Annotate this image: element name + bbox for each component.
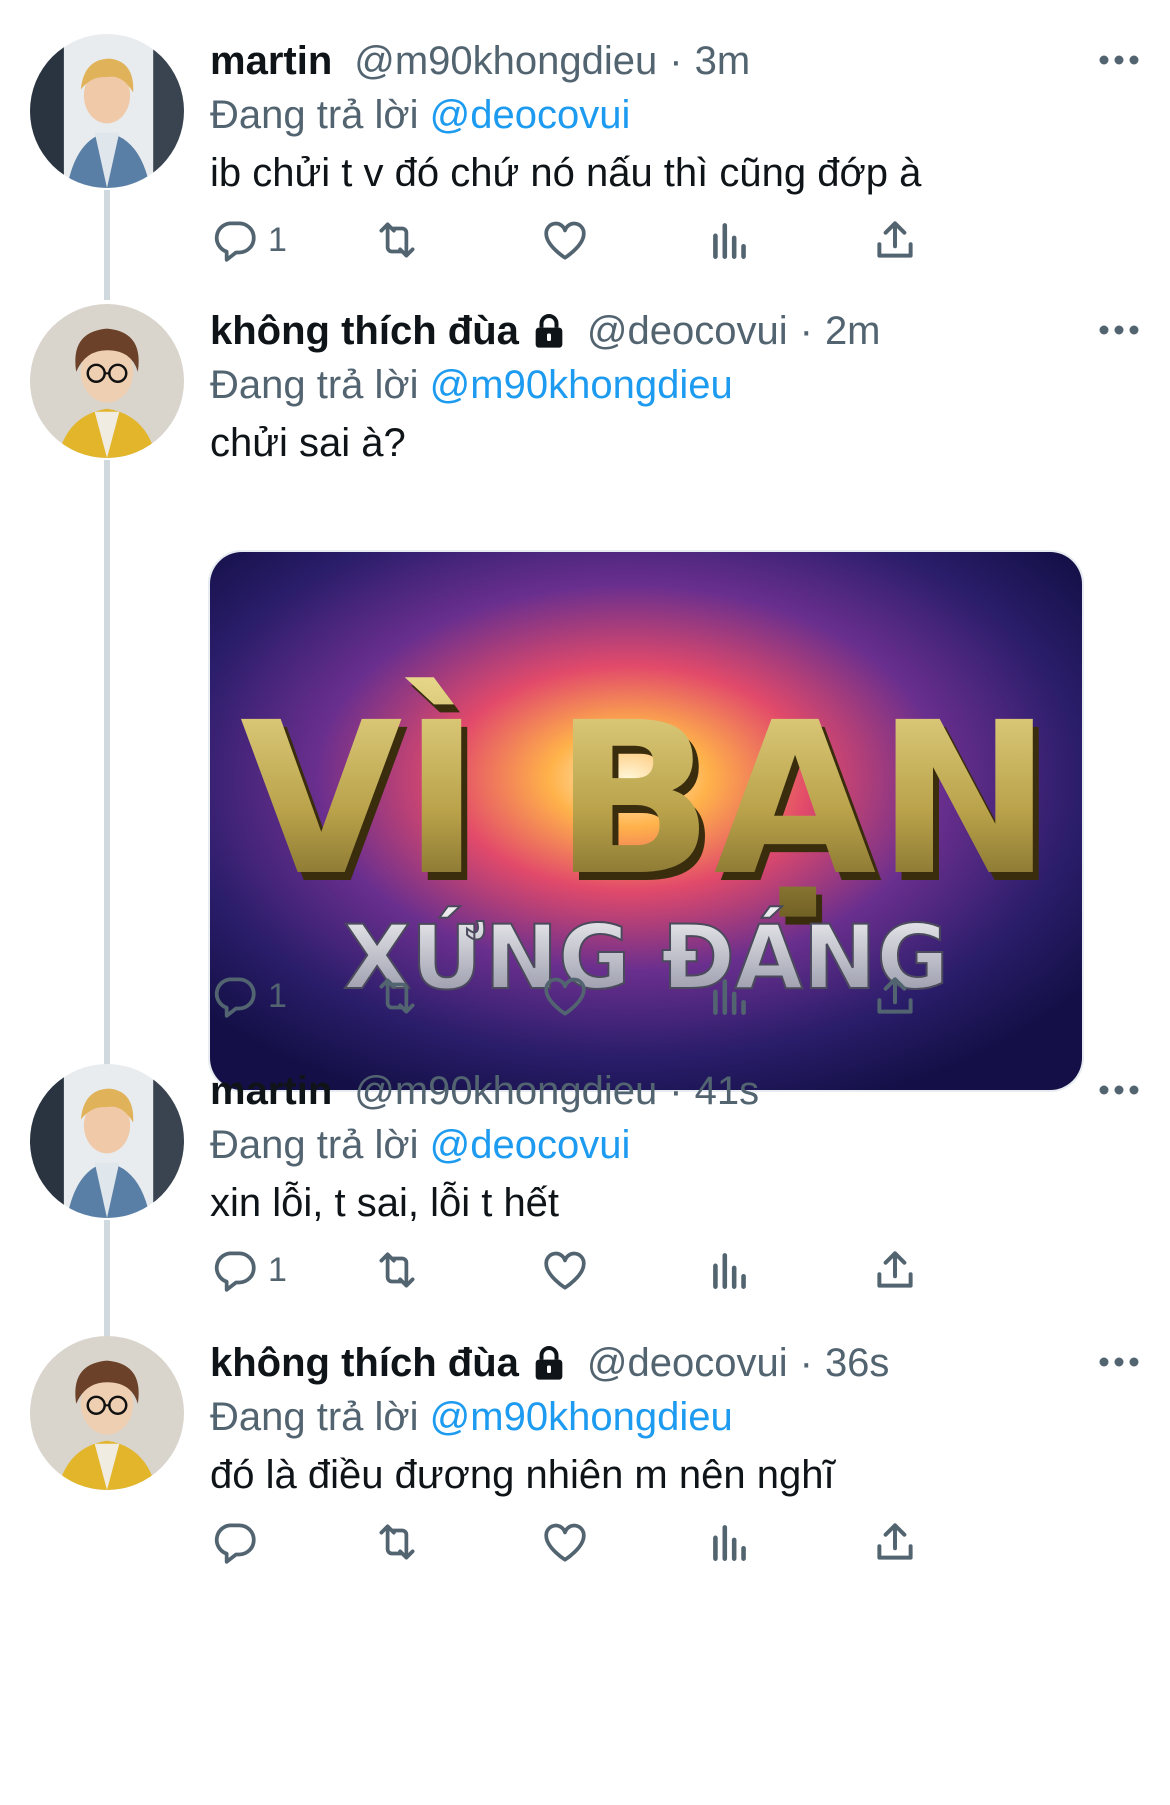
separator-dot: · [669,39,683,83]
share-icon [870,215,920,265]
tweet-actions: 1 [210,210,1010,270]
share-icon [870,971,920,1021]
retweet-button[interactable] [372,966,422,1026]
avatar[interactable] [30,1336,184,1490]
avatar[interactable] [30,304,184,458]
user-handle[interactable]: @m90khongdieu [354,1064,657,1118]
timestamp[interactable]: 36s [825,1336,890,1390]
tweet-text: ib chửi t v đó chứ nó nấu thì cũng đớp à [210,151,922,195]
bar-chart-icon [705,1245,755,1295]
heart-icon [540,1517,590,1567]
like-button[interactable] [540,210,590,270]
retweet-button[interactable] [372,1512,422,1572]
media-title: VÌ BẠN [240,676,1052,922]
avatar-image [30,1336,184,1490]
reply-icon [210,215,260,265]
share-button[interactable] [870,1240,920,1300]
share-icon [870,1517,920,1567]
more-options-icon[interactable] [1084,1340,1154,1384]
heart-icon [540,971,590,1021]
user-handle[interactable]: @deocovui [587,1336,788,1390]
reply-count: 1 [268,1250,287,1289]
timestamp[interactable]: 41s [695,1064,760,1118]
replying-to: Đang trả lời @m90khongdieu [210,358,1130,412]
avatar[interactable] [30,1064,184,1218]
lock-icon [529,1343,569,1383]
reply-button[interactable] [210,1512,260,1572]
reply-icon [210,1245,260,1295]
reply-count: 1 [268,976,287,1015]
more-options-icon[interactable] [1084,38,1154,82]
mention-link[interactable]: @m90khongdieu [430,1395,733,1439]
display-name[interactable]: martin [210,34,332,88]
tweet[interactable]: không thích đùa @deocovui · 36s Đang trả… [0,1336,1170,1805]
mention-link[interactable]: @deocovui [430,93,631,137]
like-button[interactable] [540,1240,590,1300]
share-button[interactable] [870,1512,920,1572]
more-options-icon[interactable] [1084,1068,1154,1112]
heart-icon [540,1245,590,1295]
share-button[interactable] [870,210,920,270]
more-options-icon[interactable] [1084,308,1154,352]
avatar-image [30,34,184,188]
display-name[interactable]: martin [210,1064,332,1118]
tweet[interactable]: không thích đùa @deocovui · 2m Đang trả … [0,304,1170,1092]
display-name[interactable]: không thích đùa [210,1336,519,1390]
user-handle[interactable]: @deocovui [587,304,788,358]
views-button[interactable] [705,966,755,1026]
avatar-image [30,304,184,458]
retweet-icon [372,971,422,1021]
reply-button[interactable]: 1 [210,210,287,270]
views-button[interactable] [705,210,755,270]
reply-button[interactable]: 1 [210,1240,287,1300]
retweet-button[interactable] [372,1240,422,1300]
reply-icon [210,971,260,1021]
separator-dot: · [799,1341,813,1385]
like-button[interactable] [540,966,590,1026]
replying-to: Đang trả lời @deocovui [210,1118,1130,1172]
views-button[interactable] [705,1512,755,1572]
share-icon [870,1245,920,1295]
replying-to-label: Đang trả lời [210,1395,419,1439]
lock-icon [529,311,569,351]
like-button[interactable] [540,1512,590,1572]
timestamp[interactable]: 2m [825,304,881,358]
avatar[interactable] [30,34,184,188]
separator-dot: · [799,309,813,353]
bar-chart-icon [705,971,755,1021]
bar-chart-icon [705,215,755,265]
mention-link[interactable]: @deocovui [430,1123,631,1167]
retweet-button[interactable] [372,210,422,270]
tweet-actions [210,1512,1010,1572]
reply-button[interactable]: 1 [210,966,287,1026]
views-button[interactable] [705,1240,755,1300]
tweet[interactable]: martin @m90khongdieu · 3m Đang trả lời @… [0,34,1170,334]
mention-link[interactable]: @m90khongdieu [430,363,733,407]
retweet-icon [372,1245,422,1295]
tweet-text: đó là điều đương nhiên m nên nghĩ [210,1453,835,1497]
display-name[interactable]: không thích đùa [210,304,519,358]
replying-to-label: Đang trả lời [210,93,419,137]
tweet[interactable]: martin @m90khongdieu · 41s Đang trả lời … [0,1064,1170,1364]
timestamp[interactable]: 3m [695,34,751,88]
tweet-actions: 1 [210,966,1010,1026]
reply-count: 1 [268,220,287,259]
separator-dot: · [669,1069,683,1113]
reply-icon [210,1517,260,1567]
bar-chart-icon [705,1517,755,1567]
user-handle[interactable]: @m90khongdieu [354,34,657,88]
heart-icon [540,215,590,265]
replying-to-label: Đang trả lời [210,363,419,407]
retweet-icon [372,215,422,265]
retweet-icon [372,1517,422,1567]
replying-to: Đang trả lời @m90khongdieu [210,1390,1130,1444]
tweet-actions: 1 [210,1240,1010,1300]
replying-to-label: Đang trả lời [210,1123,419,1167]
replying-to: Đang trả lời @deocovui [210,88,1130,142]
tweet-text: chửi sai à? [210,421,406,465]
avatar-image [30,1064,184,1218]
share-button[interactable] [870,966,920,1026]
tweet-text: xin lỗi, t sai, lỗi t hết [210,1181,560,1225]
